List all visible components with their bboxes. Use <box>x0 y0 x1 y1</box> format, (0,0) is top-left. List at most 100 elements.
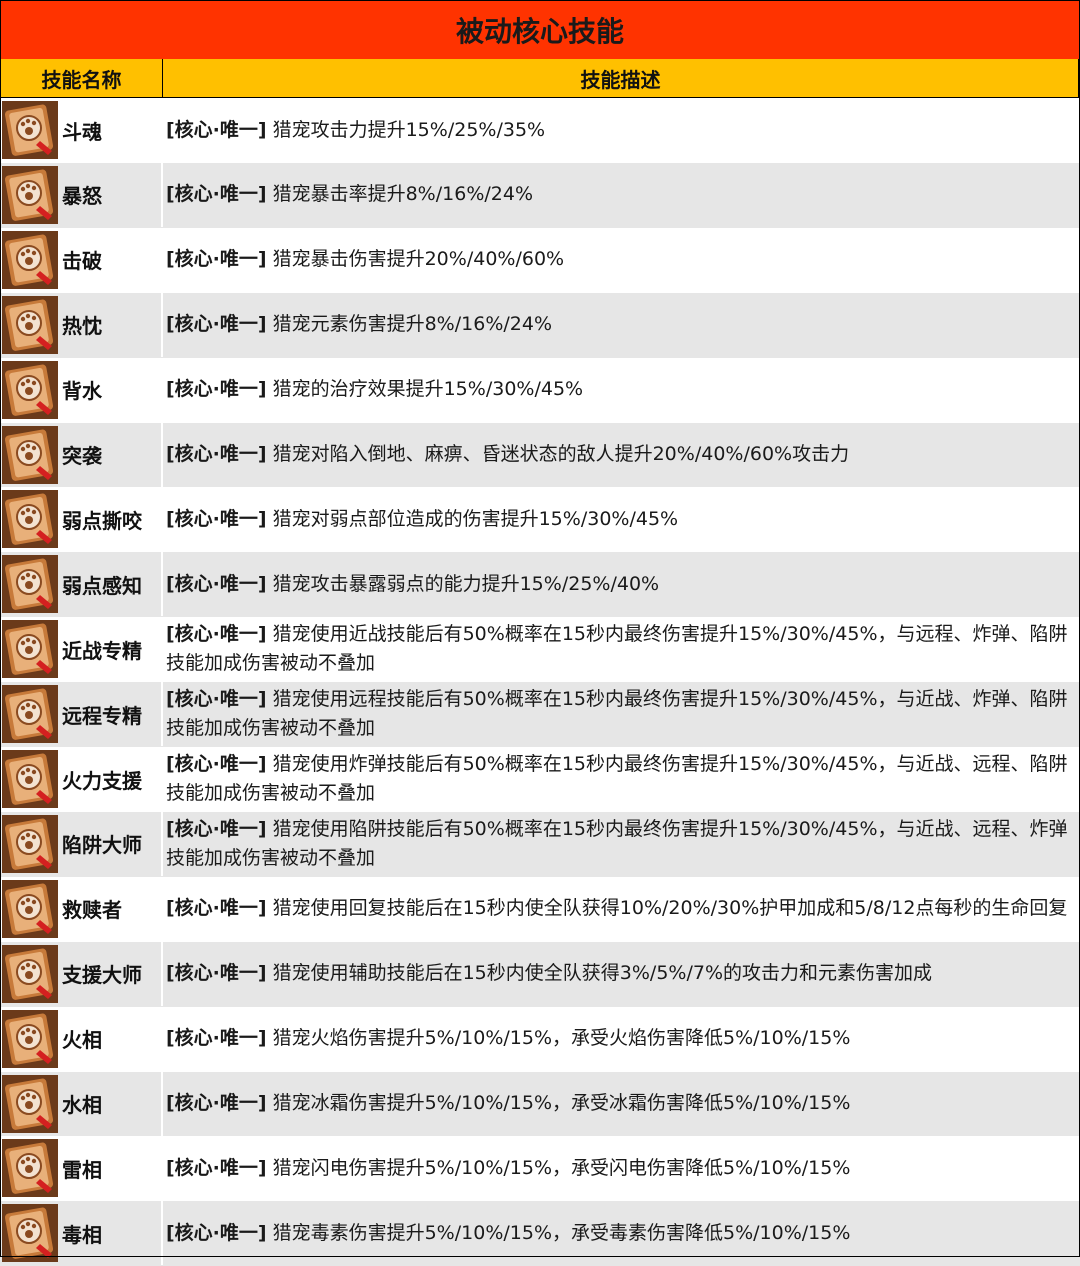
scroll-book-icon <box>2 165 58 224</box>
scroll-book-icon <box>2 750 58 808</box>
table-row: 弱点撕咬 [核心·唯一] 猎宠对弱点部位造成的伤害提升15%/30%/45% <box>0 487 1080 553</box>
table-header-row: 技能名称 技能描述 <box>0 59 1080 98</box>
scroll-book-icon <box>2 814 58 873</box>
table-row: 热忱 [核心·唯一] 猎宠元素伤害提升8%/16%/24% <box>0 292 1080 358</box>
scroll-book-icon <box>2 1009 58 1068</box>
skill-name: 陷阱大师 <box>62 833 142 858</box>
skill-description: [核心·唯一] 猎宠使用回复技能后在15秒内使全队获得10%/20%/30%护甲加… <box>166 894 1067 923</box>
skill-name: 弱点撕咬 <box>62 508 142 533</box>
scroll-book-icon <box>2 879 58 938</box>
skill-description: [核心·唯一] 猎宠攻击暴露弱点的能力提升15%/25%/40% <box>166 570 659 599</box>
scroll-book-icon <box>2 685 58 744</box>
skill-tag: [核心·唯一] <box>166 1221 267 1244</box>
skill-tag: [核心·唯一] <box>166 1027 267 1050</box>
skill-description-text: 猎宠使用辅助技能后在15秒内使全队获得3%/5%/7%的攻击力和元素伤害加成 <box>272 962 933 985</box>
table-row: 火相 [核心·唯一] 猎宠火焰伤害提升5%/10%/15%，承受火焰伤害降低5%/… <box>0 1006 1080 1072</box>
scroll-book-icon <box>2 1074 58 1133</box>
skill-name: 远程专精 <box>62 703 142 728</box>
skill-name: 斗魂 <box>62 119 102 144</box>
skill-description-text: 猎宠使用炸弹技能后有50%概率在15秒内最终伤害提升15%/30%/45%，与近… <box>166 753 1068 804</box>
skill-description-text: 猎宠使用近战技能后有50%概率在15秒内最终伤害提升15%/30%/45%，与远… <box>166 623 1068 675</box>
skill-description-text: 猎宠使用远程技能后有50%概率在15秒内最终伤害提升15%/30%/45%，与近… <box>166 688 1068 740</box>
scroll-book-icon <box>2 360 58 419</box>
column-divider <box>161 162 163 227</box>
skill-name: 火力支援 <box>62 768 142 793</box>
skill-description: [核心·唯一] 猎宠冰霜伤害提升5%/10%/15%，承受冰霜伤害降低5%/10%… <box>166 1089 850 1118</box>
skill-tag: [核心·唯一] <box>166 443 267 465</box>
table-row: 远程专精 [核心·唯一] 猎宠使用远程技能后有50%概率在15秒内最终伤害提升15… <box>0 682 1080 748</box>
table-border-left <box>0 0 1 1257</box>
skill-name: 热忱 <box>62 314 102 339</box>
skill-description: [核心·唯一] 猎宠使用远程技能后有50%概率在15秒内最终伤害提升15%/30%… <box>166 685 1074 743</box>
skill-name: 背水 <box>62 379 102 404</box>
skill-name: 雷相 <box>62 1157 102 1182</box>
column-divider <box>161 747 163 811</box>
skill-description: [核心·唯一] 猎宠暴击率提升8%/16%/24% <box>166 180 533 209</box>
column-divider <box>161 552 163 617</box>
scroll-book-icon <box>2 295 58 354</box>
skill-tag: [核心·唯一] <box>166 313 267 336</box>
skill-tag: [核心·唯一] <box>166 248 267 271</box>
column-divider <box>161 422 163 487</box>
skill-description-text: 猎宠元素伤害提升8%/16%/24% <box>272 313 552 336</box>
skill-description: [核心·唯一] 猎宠对弱点部位造成的伤害提升15%/30%/45% <box>166 505 678 534</box>
table-row: 救赎者 [核心·唯一] 猎宠使用回复技能后在15秒内使全队获得10%/20%/30… <box>0 876 1080 942</box>
skill-tag: [核心·唯一] <box>166 753 267 775</box>
skill-name: 击破 <box>62 249 102 274</box>
scroll-book-icon <box>2 490 58 549</box>
scroll-book-icon <box>2 555 58 614</box>
skill-description: [核心·唯一] 猎宠毒素伤害提升5%/10%/15%，承受毒素伤害降低5%/10%… <box>166 1219 850 1248</box>
skill-description: [核心·唯一] 猎宠使用炸弹技能后有50%概率在15秒内最终伤害提升15%/30%… <box>166 750 1074 808</box>
skill-description: [核心·唯一] 猎宠的治疗效果提升15%/30%/45% <box>166 375 583 404</box>
skill-description: [核心·唯一] 猎宠对陷入倒地、麻痹、昏迷状态的敌人提升20%/40%/60%攻击… <box>166 440 849 469</box>
column-divider <box>161 1136 163 1201</box>
skill-description: [核心·唯一] 猎宠使用近战技能后有50%概率在15秒内最终伤害提升15%/30%… <box>166 620 1074 678</box>
skill-name: 救赎者 <box>62 898 122 923</box>
skill-tag: [核心·唯一] <box>166 817 267 840</box>
skill-name: 近战专精 <box>62 638 142 663</box>
skill-description-text: 猎宠暴击伤害提升20%/40%/60% <box>272 248 565 271</box>
header-skill-description: 技能描述 <box>162 59 1079 97</box>
skill-tag: [核心·唯一] <box>166 378 267 401</box>
column-divider <box>161 98 163 162</box>
skill-description-text: 猎宠对弱点部位造成的伤害提升15%/30%/45% <box>272 507 679 530</box>
skill-tag: [核心·唯一] <box>166 897 267 920</box>
scroll-book-icon <box>2 944 58 1003</box>
skill-description-text: 猎宠毒素伤害提升5%/10%/15%，承受毒素伤害降低5%/10%/15% <box>272 1221 851 1244</box>
column-divider <box>161 811 163 876</box>
skill-name: 暴怒 <box>62 184 102 209</box>
column-divider <box>161 682 163 747</box>
skill-name: 弱点感知 <box>62 573 142 598</box>
skill-description: [核心·唯一] 猎宠暴击伤害提升20%/40%/60% <box>166 245 564 274</box>
table-row: 暴怒 [核心·唯一] 猎宠暴击率提升8%/16%/24% <box>0 162 1080 228</box>
table-row: 雷相 [核心·唯一] 猎宠闪电伤害提升5%/10%/15%，承受闪电伤害降低5%/… <box>0 1136 1080 1202</box>
column-divider <box>161 1006 163 1071</box>
skill-tag: [核心·唯一] <box>166 962 267 985</box>
column-divider <box>161 876 163 941</box>
skill-name: 支援大师 <box>62 963 142 988</box>
skill-name: 水相 <box>62 1093 102 1117</box>
skill-description: [核心·唯一] 猎宠火焰伤害提升5%/10%/15%，承受火焰伤害降低5%/10%… <box>166 1024 850 1053</box>
skill-description: [核心·唯一] 猎宠使用陷阱技能后有50%概率在15秒内最终伤害提升15%/30%… <box>166 815 1074 873</box>
skill-tag: [核心·唯一] <box>166 623 267 646</box>
table-row: 近战专精 [核心·唯一] 猎宠使用近战技能后有50%概率在15秒内最终伤害提升15… <box>0 617 1080 683</box>
skill-description-text: 猎宠火焰伤害提升5%/10%/15%，承受火焰伤害降低5%/10%/15% <box>272 1027 851 1050</box>
scroll-book-icon <box>2 230 58 289</box>
table-row: 击破 [核心·唯一] 猎宠暴击伤害提升20%/40%/60% <box>0 227 1080 293</box>
skill-name: 火相 <box>62 1028 102 1053</box>
skill-tag: [核心·唯一] <box>166 507 267 530</box>
skill-tag: [核心·唯一] <box>166 1092 267 1114</box>
skill-tag: [核心·唯一] <box>166 118 267 141</box>
column-divider <box>161 292 163 357</box>
scroll-book-icon <box>2 1204 58 1263</box>
skill-description: [核心·唯一] 猎宠攻击力提升15%/25%/35% <box>166 116 545 145</box>
skill-tag: [核心·唯一] <box>166 183 267 206</box>
table-row: 火力支援 [核心·唯一] 猎宠使用炸弹技能后有50%概率在15秒内最终伤害提升15… <box>0 747 1080 812</box>
skill-description-text: 猎宠的治疗效果提升15%/30%/45% <box>272 378 584 401</box>
table-row: 陷阱大师 [核心·唯一] 猎宠使用陷阱技能后有50%概率在15秒内最终伤害提升15… <box>0 811 1080 877</box>
table-title: 被动核心技能 <box>0 0 1080 60</box>
skill-description-text: 猎宠对陷入倒地、麻痹、昏迷状态的敌人提升20%/40%/60%攻击力 <box>272 443 850 465</box>
skill-description-text: 猎宠闪电伤害提升5%/10%/15%，承受闪电伤害降低5%/10%/15% <box>272 1156 851 1179</box>
table-row: 斗魂 [核心·唯一] 猎宠攻击力提升15%/25%/35% <box>0 98 1080 163</box>
skill-table: 被动核心技能 技能名称 技能描述 斗魂 [核心·唯一] 猎宠攻击力提升15%/25… <box>0 0 1080 1266</box>
